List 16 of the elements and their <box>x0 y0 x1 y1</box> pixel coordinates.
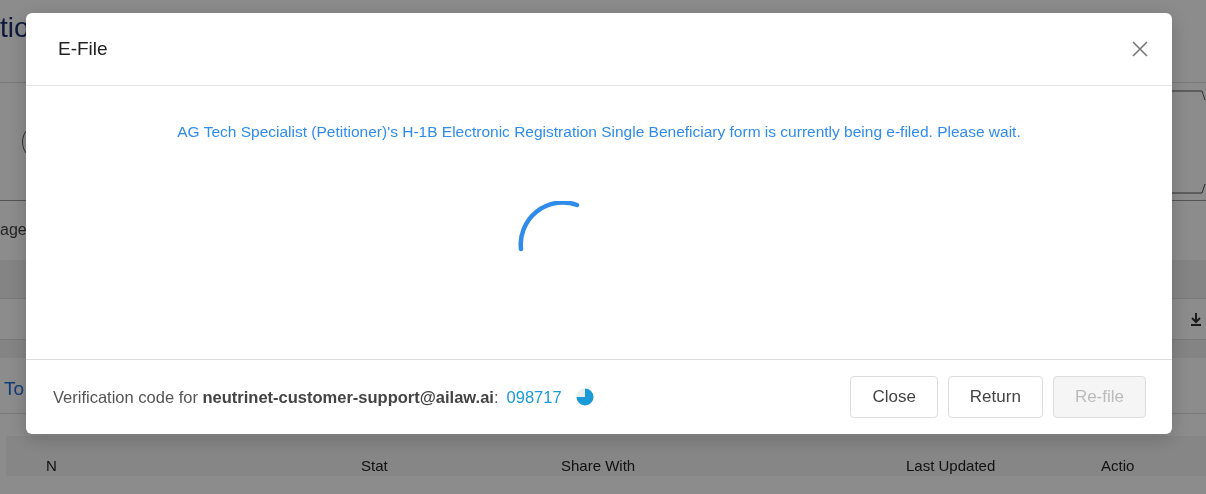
countdown-icon <box>575 388 594 406</box>
column-header: Stat <box>361 457 388 474</box>
dialog-title: E-File <box>58 38 108 60</box>
verification-text: Verification code for neutrinet-customer-support@ailaw.ai: <box>53 387 499 407</box>
dialog-button[interactable]: Return <box>947 376 1043 418</box>
download-icon[interactable] <box>1190 312 1202 326</box>
column-header: Actio <box>1101 457 1135 474</box>
column-header: Last Updated <box>906 457 996 474</box>
close-icon[interactable] <box>1132 41 1148 57</box>
loading-spinner <box>517 201 581 253</box>
column-header: N <box>46 457 57 474</box>
column-header: Share With <box>561 457 636 474</box>
dialog-button[interactable]: Close <box>850 376 938 418</box>
section-label: age <box>0 221 27 239</box>
status-message: AG Tech Specialist (Petitioner)'s H-1B Electronic Registration Single Beneficiary form is currently being e-filed. Please wait. <box>177 123 1021 141</box>
verification-code: 098717 <box>506 387 562 407</box>
